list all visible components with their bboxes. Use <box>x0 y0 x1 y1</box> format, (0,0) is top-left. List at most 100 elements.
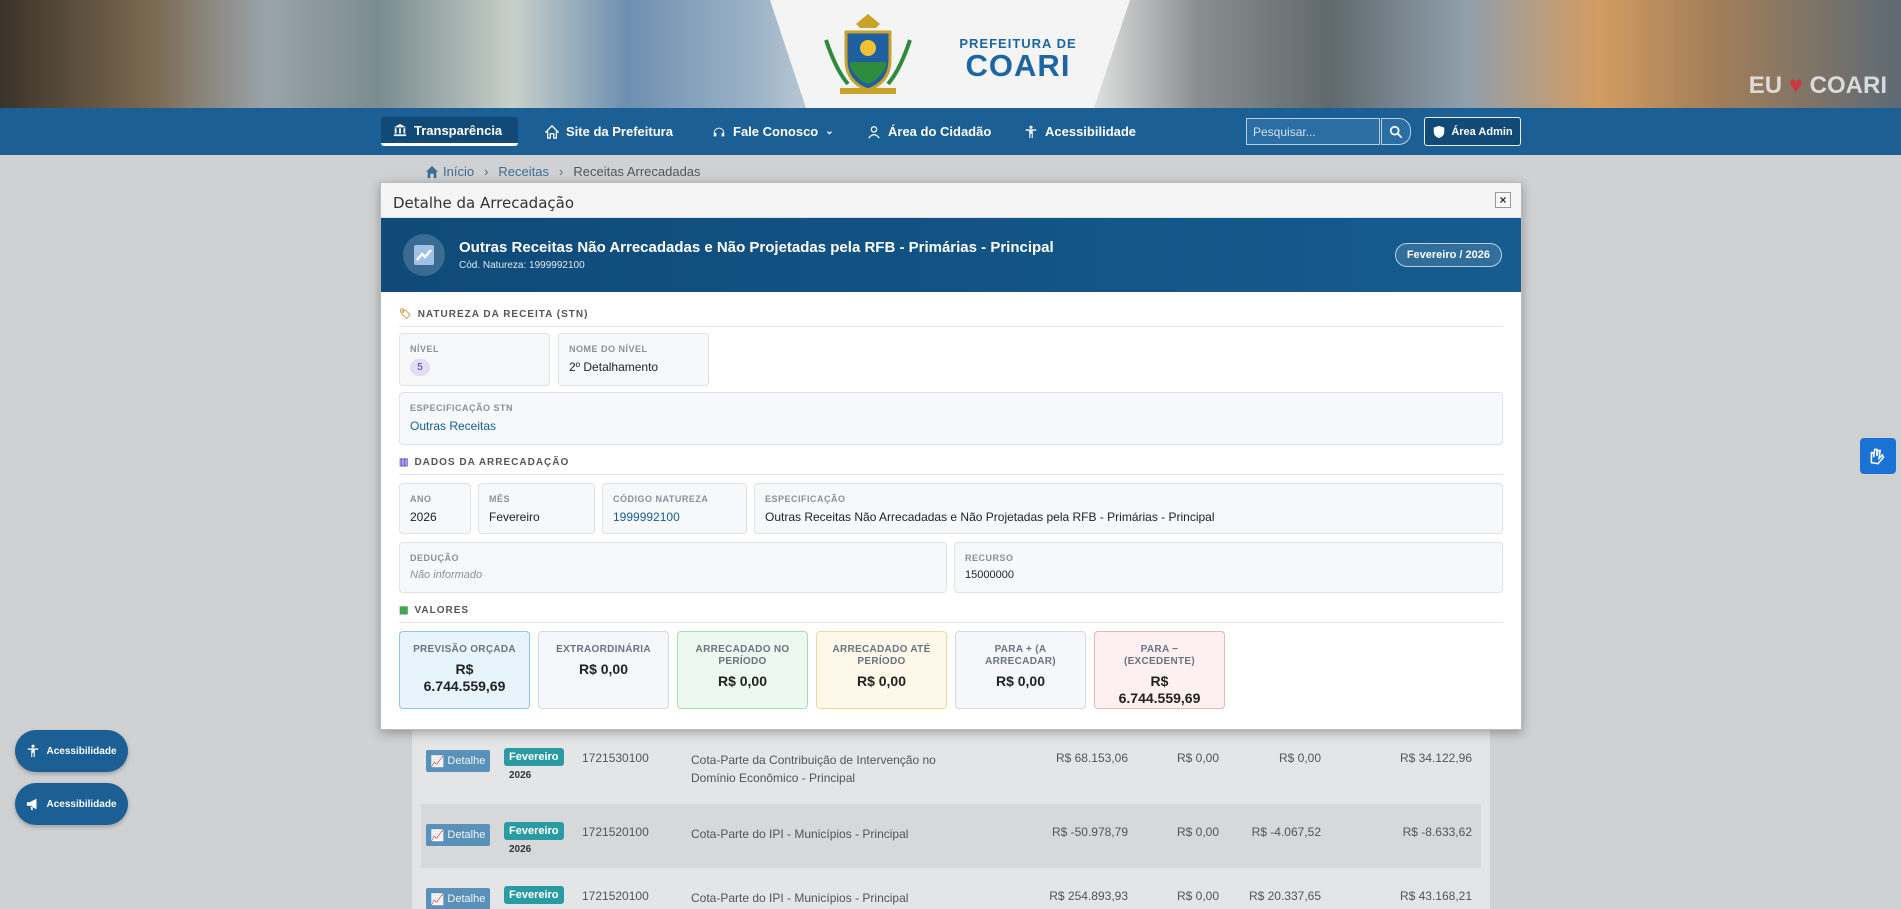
chart-icon: ▥ <box>399 457 410 468</box>
accessibility-button[interactable]: Acessibilidade <box>15 730 128 772</box>
field-value: Outras Receitas <box>410 419 497 433</box>
field-label: ESPECIFICAÇÃO <box>765 494 846 504</box>
section-valores: ▦ VALORES <box>399 605 1503 623</box>
section-natureza: 🏷 NATUREZA DA RECEITA (STN) <box>399 309 1503 327</box>
value-cell: R$ -50.978,79 <box>1051 825 1128 839</box>
search-icon <box>1389 125 1403 138</box>
breadcrumb-home[interactable]: Início <box>425 164 474 179</box>
value-cell: R$ 0,00 <box>1176 889 1219 903</box>
table-row: 📈 Detalhe Fevereiro 2026 1721530100 Cota-… <box>421 730 1481 794</box>
year-cell: 2026 <box>509 770 532 781</box>
chart-icon: 📈 <box>430 893 445 906</box>
value-cell: R$ 0,00 <box>1176 751 1219 765</box>
card-label: PARA + (A ARRECADAR) <box>985 644 1056 667</box>
month-badge: Fevereiro <box>504 748 564 766</box>
detail-label: Detalhe <box>447 893 486 905</box>
detail-label: Detalhe <box>447 755 486 767</box>
desc-cell: Cota-Parte do IPI - Municípios - Princip… <box>691 827 909 841</box>
card-value: R$ 6.744.559,69 <box>423 661 506 694</box>
accessibility-audio-button[interactable]: Acessibilidade <box>15 783 128 825</box>
card-previsao-orcada: PREVISÃO ORÇADA R$ 6.744.559,69 <box>399 631 530 709</box>
close-button[interactable]: × <box>1495 192 1511 208</box>
nav-site-prefeitura[interactable]: Site da Prefeitura <box>533 117 685 146</box>
codigo-natureza-box: CÓDIGO NATUREZA 1999992100 <box>602 483 747 534</box>
admin-button[interactable]: Área Admin <box>1424 117 1521 146</box>
breadcrumb-separator: › <box>559 164 564 179</box>
card-label: ARRECADADO ATÉ PERÍODO <box>832 644 931 667</box>
main-nav: Transparência Site da Prefeitura Fale Co… <box>0 108 1901 155</box>
value-cell: R$ -8.633,62 <box>1402 825 1472 839</box>
mes-box: MÊS Fevereiro <box>478 483 595 534</box>
field-label: CÓDIGO NATUREZA <box>613 494 709 504</box>
card-extraordinaria: EXTRAORDINÁRIA R$ 0,00 <box>538 631 669 709</box>
nivel-box: NÍVEL 5 <box>399 333 550 386</box>
card-a-arrecadar: PARA + (A ARRECADAR) R$ 0,00 <box>955 631 1086 709</box>
nav-acessibilidade[interactable]: Acessibilidade <box>1012 117 1148 146</box>
slogan-right: COARI <box>1809 72 1887 99</box>
accessibility-icon <box>28 744 39 758</box>
nav-fale-conosco[interactable]: Fale Conosco ⌄ <box>700 117 846 146</box>
nav-transparencia[interactable]: Transparência <box>381 117 518 146</box>
header-banner: PREFEITURA DE COARI EU ♥ COARI <box>0 0 1901 108</box>
chart-icon: 📈 <box>430 829 445 842</box>
especificacao-stn-box: ESPECIFICAÇÃO STN Outras Receitas <box>399 392 1503 445</box>
admin-label: Área Admin <box>1451 125 1513 138</box>
value-cell: R$ 68.153,06 <box>1055 751 1128 765</box>
heart-icon: ♥ <box>1788 72 1803 99</box>
receitas-table: 📈 Detalhe Fevereiro 2026 1721530100 Cota-… <box>412 730 1490 909</box>
field-value: 2026 <box>410 510 437 524</box>
slogan: EU ♥ COARI <box>1749 72 1887 100</box>
card-value: R$ 0,00 <box>856 673 907 689</box>
field-value: 1999992100 <box>613 510 680 524</box>
search-input[interactable] <box>1246 118 1380 145</box>
code-cell: 1721520100 <box>582 889 649 903</box>
breadcrumb-label: Início <box>443 164 475 179</box>
bank-icon <box>393 123 407 137</box>
detail-button[interactable]: 📈 Detalhe <box>426 824 490 846</box>
chevron-down-icon: ⌄ <box>825 126 834 137</box>
nav-label: Acessibilidade <box>1045 124 1137 139</box>
nav-label: Área do Cidadão <box>888 124 992 139</box>
card-arrecadado-periodo: ARRECADADO NO PERÍODO R$ 0,00 <box>677 631 808 709</box>
desc-cell: Cota-Parte da Contribuição de Intervençã… <box>691 753 936 785</box>
field-value: 15000000 <box>965 569 1014 581</box>
headset-icon <box>713 127 725 136</box>
value-cell: R$ 20.337,65 <box>1248 889 1321 903</box>
trend-chart-icon <box>403 234 445 276</box>
section-title: NATUREZA DA RECEITA (STN) <box>417 309 589 320</box>
month-badge: Fevereiro <box>504 886 564 904</box>
card-value: R$ 0,00 <box>717 673 768 689</box>
field-label: ESPECIFICAÇÃO STN <box>410 403 514 413</box>
nav-area-cidadao[interactable]: Área do Cidadão <box>855 117 1003 146</box>
detail-button[interactable]: 📈 Detalhe <box>426 750 490 772</box>
accessibility-label: Acessibilidade <box>46 798 117 810</box>
hero-subtitle: Cód. Natureza: 1999992100 <box>459 260 585 271</box>
home-icon <box>545 124 559 139</box>
shield-icon <box>1434 125 1445 138</box>
field-label: NOME DO NÍVEL <box>569 344 648 354</box>
card-label: PREVISÃO ORÇADA <box>413 644 516 655</box>
sign-language-button[interactable] <box>1860 438 1896 474</box>
table-row: 📈Detalhe Fevereiro 2026 1721520100 Cota-… <box>421 804 1481 868</box>
card-label: EXTRAORDINÁRIA <box>556 644 651 655</box>
section-title: VALORES <box>414 605 470 616</box>
card-label: PARA − (EXCEDENTE) <box>1123 644 1196 667</box>
value-cell: R$ 0,00 <box>1176 825 1219 839</box>
brand-logo: PREFEITURA DE COARI <box>952 36 1084 81</box>
breadcrumb-separator: › <box>484 164 489 179</box>
value-cell: R$ 0,00 <box>1278 751 1321 765</box>
breadcrumb-current: Receitas Arrecadadas <box>573 164 701 179</box>
breadcrumb-receitas[interactable]: Receitas <box>498 164 549 179</box>
value-cell: R$ -4.067,52 <box>1251 825 1321 839</box>
field-label: MÊS <box>489 494 511 504</box>
field-label: NÍVEL <box>410 344 440 354</box>
coat-of-arms-icon <box>824 14 912 94</box>
field-value: Não informado <box>410 569 483 581</box>
detail-button[interactable]: 📈 Detalhe <box>426 888 490 909</box>
nivel-badge: 5 <box>410 359 430 376</box>
table-row: 📈Detalhe Fevereiro 2026 1721520100 Cota-… <box>421 868 1481 909</box>
search-button[interactable] <box>1381 118 1411 145</box>
modal-header: Detalhe da Arrecadação × <box>381 183 1521 218</box>
detail-modal: Detalhe da Arrecadação × Outras Receitas… <box>380 182 1522 730</box>
accessibility-icon <box>1025 125 1037 138</box>
